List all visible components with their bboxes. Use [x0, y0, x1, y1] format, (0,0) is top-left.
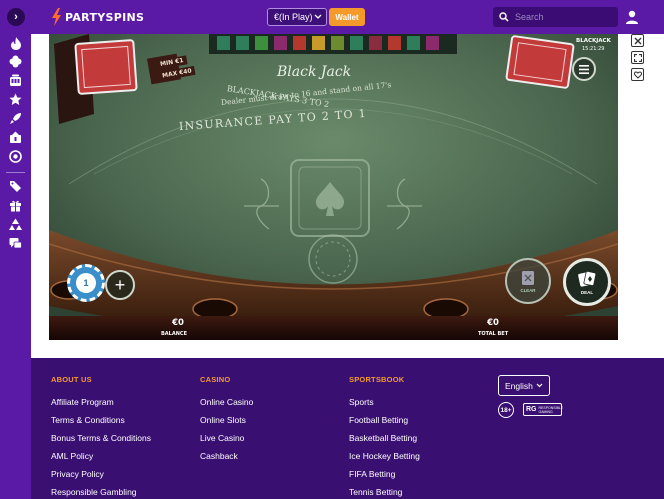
close-game-button[interactable] — [631, 34, 644, 47]
blackjack-game-canvas[interactable]: Black Jack BLACKJACK PAYS 3 TO 2 Dealer … — [49, 34, 618, 340]
logo[interactable]: PARTYSPINS — [51, 8, 144, 26]
sidebar-item-community[interactable] — [9, 218, 22, 231]
promo-icon — [10, 181, 21, 192]
fire-icon — [10, 37, 21, 50]
balance-value: €0 — [172, 318, 184, 328]
footer-column-casino: CASINO Online Casino Online Slots Live C… — [200, 375, 253, 465]
close-icon — [634, 37, 641, 44]
footer-link[interactable]: Basketball Betting — [349, 429, 420, 447]
search-icon — [499, 12, 509, 22]
chip-value: 1 — [76, 273, 96, 293]
clear-label: CLEAR — [520, 287, 536, 293]
slot-machine-icon — [10, 74, 21, 86]
chip-selector[interactable]: 1 — [67, 264, 105, 302]
sidebar-item-roulette[interactable] — [9, 150, 22, 163]
language-select-value: English — [505, 380, 533, 391]
chevron-down-icon — [314, 14, 322, 19]
responsible-gaming-badge[interactable]: RG RESPONSIBLE GAMING — [523, 403, 564, 416]
footer-link[interactable]: Responsible Gambling — [51, 483, 151, 499]
language-select[interactable]: English — [498, 375, 550, 396]
clear-icon — [522, 270, 534, 285]
clear-button[interactable]: CLEAR — [505, 258, 551, 304]
star-icon — [9, 93, 22, 105]
logo-text: PARTYSPINS — [65, 10, 145, 24]
top-bar: › PARTYSPINS €(In Play) Wallet — [0, 0, 664, 34]
user-account-icon[interactable] — [624, 9, 640, 25]
heart-icon — [633, 70, 642, 79]
chevron-right-icon: › — [14, 11, 18, 23]
footer-link[interactable]: Privacy Policy — [51, 465, 151, 483]
jackpot-icon — [10, 131, 21, 143]
sidebar-item-gifts[interactable] — [9, 199, 22, 212]
rg-text: RESPONSIBLE GAMING — [539, 406, 564, 414]
add-chip-button[interactable]: + — [105, 270, 135, 300]
footer-column-about: ABOUT US Affiliate Program Terms & Condi… — [51, 375, 151, 499]
footer-link[interactable]: Ice Hockey Betting — [349, 447, 420, 465]
deal-button[interactable]: DEAL — [563, 258, 611, 306]
favourite-game-button[interactable] — [631, 68, 644, 81]
footer-link[interactable]: AML Policy — [51, 447, 151, 465]
wallet-button[interactable]: Wallet — [329, 8, 365, 26]
cards-icon — [578, 270, 597, 287]
footer-link[interactable]: Bonus Terms & Conditions — [51, 429, 151, 447]
footer-column-sportsbook: SPORTSBOOK Sports Football Betting Baske… — [349, 375, 420, 499]
footer-link[interactable]: Live Casino — [200, 429, 253, 447]
age-restriction-badge: 18+ — [498, 402, 514, 418]
balance-label: BALANCE — [161, 331, 188, 337]
sidebar-item-favourites[interactable] — [9, 93, 22, 106]
sidebar-item-new[interactable] — [9, 112, 22, 125]
community-icon — [9, 218, 22, 230]
footer-heading: ABOUT US — [51, 375, 92, 384]
total-bet-label: TOTAL BET — [478, 331, 509, 337]
sidebar-item-chat[interactable] — [9, 237, 22, 250]
fullscreen-icon — [633, 53, 642, 62]
rg-text-line2: GAMING — [538, 409, 553, 414]
footer-heading: CASINO — [200, 375, 231, 384]
footer-link[interactable]: Terms & Conditions — [51, 411, 151, 429]
footer-link[interactable]: Online Casino — [200, 393, 253, 411]
game-title: Black Jack — [277, 64, 352, 80]
search-input[interactable] — [515, 12, 610, 22]
footer-link[interactable]: Tennis Betting — [349, 483, 420, 499]
footer-link[interactable]: FIFA Betting — [349, 465, 420, 483]
chevron-down-icon — [536, 383, 543, 388]
game-menu-button[interactable] — [572, 57, 596, 81]
sidebar-item-promotions[interactable] — [9, 180, 22, 193]
menu-toggle-button[interactable]: › — [7, 8, 25, 26]
sidebar-item-clover[interactable] — [9, 55, 22, 68]
footer-heading: SPORTSBOOK — [349, 375, 405, 384]
game-label: BLACKJACK — [576, 38, 611, 44]
sidebar-item-slots[interactable] — [9, 74, 22, 87]
fullscreen-button[interactable] — [631, 51, 644, 64]
sidebar-item-jackpots[interactable] — [9, 131, 22, 144]
deal-label: DEAL — [580, 289, 594, 295]
roulette-icon — [9, 150, 22, 163]
footer-link[interactable]: Affiliate Program — [51, 393, 151, 411]
page: › PARTYSPINS €(In Play) Wallet Search Bl… — [0, 0, 664, 499]
footer-link[interactable]: Sports — [349, 393, 420, 411]
search-box[interactable] — [493, 7, 618, 27]
balance-select[interactable]: €(In Play) — [267, 8, 327, 26]
footer-link[interactable]: Cashback — [200, 447, 253, 465]
rg-logo: RG — [526, 406, 537, 413]
footer: ABOUT US Affiliate Program Terms & Condi… — [31, 358, 664, 499]
game-clock: 15:21:29 — [582, 46, 605, 52]
card-deck-right — [505, 35, 575, 89]
hamburger-icon — [579, 64, 589, 74]
chat-icon — [9, 238, 22, 249]
footer-link[interactable]: Football Betting — [349, 411, 420, 429]
balance-select-value: €(In Play) — [274, 12, 313, 22]
clover-icon — [9, 55, 22, 68]
total-bet-value: €0 — [487, 318, 499, 328]
plus-icon: + — [114, 274, 126, 295]
gift-icon — [10, 200, 21, 212]
bolt-icon — [52, 8, 61, 26]
sidebar-item-fire[interactable] — [9, 37, 22, 50]
sidebar-divider — [6, 172, 25, 173]
footer-link[interactable]: Online Slots — [200, 411, 253, 429]
rocket-icon — [10, 113, 21, 124]
sidebar — [0, 34, 31, 499]
